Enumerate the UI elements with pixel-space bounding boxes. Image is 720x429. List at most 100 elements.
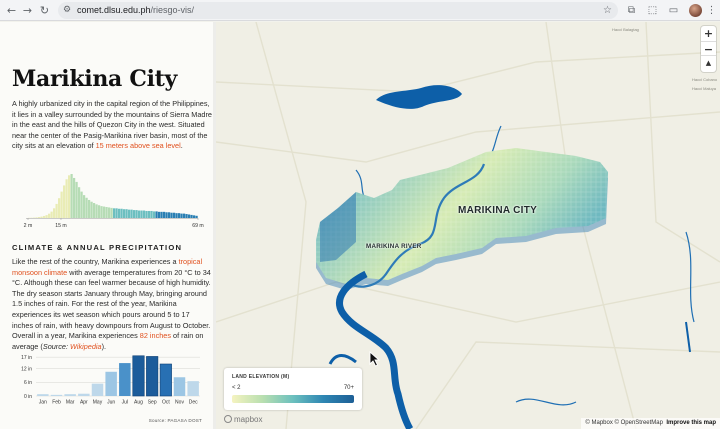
histogram-bin <box>178 213 181 218</box>
extensions-puzzle-icon[interactable]: ⬚ <box>645 3 660 18</box>
histogram-bin <box>190 214 193 218</box>
histogram-bin <box>93 203 96 218</box>
place-label: Hacci Balagtag <box>612 27 639 32</box>
month-label: Jan <box>39 400 47 406</box>
histogram-bin <box>130 209 133 218</box>
menu-kebab-icon[interactable]: ⋮ <box>704 3 719 18</box>
histogram-bin <box>118 208 121 218</box>
histogram-bin <box>143 210 146 218</box>
histogram-bin <box>58 198 61 218</box>
river-map-label: MARIKINA RIVER <box>366 243 422 250</box>
histogram-bin <box>163 211 166 218</box>
histogram-bin <box>128 209 131 218</box>
histogram-bin <box>65 179 68 218</box>
map-navigation-control: + − ▲ <box>701 26 716 72</box>
mapbox-logo[interactable]: mapbox <box>224 415 262 424</box>
histogram-bin <box>90 201 93 218</box>
precipitation-bar[interactable] <box>119 363 131 396</box>
precipitation-bar[interactable] <box>132 355 145 397</box>
reservoir <box>376 85 462 109</box>
improve-map-link[interactable]: Improve this map <box>666 420 716 426</box>
histogram-bin <box>160 211 163 218</box>
forward-icon[interactable]: → <box>20 3 35 18</box>
map-canvas[interactable]: MARIKINA CITY MARIKINA RIVER Hacci Balag… <box>216 22 720 429</box>
precipitation-bar[interactable] <box>105 371 117 396</box>
histogram-bin <box>133 210 136 218</box>
histogram-bin <box>180 213 183 218</box>
histogram-bin <box>103 206 106 218</box>
precipitation-bar[interactable] <box>91 383 104 396</box>
histogram-bin <box>73 177 76 218</box>
climate-section-heading: CLIMATE & ANNUAL PRECIPITATION <box>12 243 183 252</box>
side-panel-icon[interactable]: ▭ <box>666 3 681 18</box>
histogram-bin <box>68 175 71 218</box>
precipitation-bar[interactable] <box>37 394 49 396</box>
histogram-tick-label: 15 m <box>55 223 67 229</box>
address-bar[interactable]: ⚙ comet.dlsu.edu.ph/riesgo-vis/ ☆ <box>58 2 618 19</box>
zoom-in-button[interactable]: + <box>701 26 716 41</box>
histogram-bin <box>153 211 156 218</box>
climate-text-2: with average temperatures from 20 °C to … <box>12 267 211 341</box>
histogram-bin <box>55 203 58 218</box>
browser-toolbar: ← → ↻ ⚙ comet.dlsu.edu.ph/riesgo-vis/ ☆ … <box>0 0 720 21</box>
zoom-out-button[interactable]: − <box>701 41 716 56</box>
month-label: Mar <box>66 400 75 406</box>
precipitation-bar[interactable] <box>146 356 159 397</box>
back-icon[interactable]: ← <box>4 3 19 18</box>
y-tick-label: 17 in <box>21 355 32 361</box>
histogram-bin <box>113 208 116 218</box>
histogram-bin <box>165 212 168 218</box>
legend-max-label: 70+ <box>343 385 354 391</box>
histogram-bin <box>53 208 56 218</box>
precipitation-bar[interactable] <box>78 393 90 396</box>
histogram-bin <box>123 209 126 218</box>
histogram-bin <box>115 208 118 218</box>
legend-title: LAND ELEVATION (M) <box>232 374 290 380</box>
histogram-bin <box>98 205 101 218</box>
mapbox-logo-text: mapbox <box>234 415 263 424</box>
histogram-bin <box>38 217 41 218</box>
precipitation-bar[interactable] <box>64 394 76 396</box>
mouse-cursor-icon <box>369 351 381 367</box>
histogram-bin <box>100 206 103 218</box>
histogram-bin <box>155 211 158 218</box>
precipitation-bar[interactable] <box>50 394 63 396</box>
histogram-bin <box>75 181 78 218</box>
histogram-bin <box>173 212 176 218</box>
precipitation-bar[interactable] <box>173 377 186 396</box>
elevation-histogram: 2 m 15 m 69 m <box>24 174 204 229</box>
climate-paragraph: Like the rest of the country, Marikina e… <box>12 257 212 352</box>
legend-min-label: < 2 <box>232 385 241 391</box>
month-label: Aug <box>134 400 143 406</box>
histogram-bin <box>35 217 38 218</box>
histogram-bin <box>70 174 73 218</box>
reload-icon[interactable]: ↻ <box>37 3 52 18</box>
wikipedia-link[interactable]: Wikipedia <box>70 342 102 351</box>
site-settings-icon[interactable]: ⚙ <box>63 2 71 19</box>
precipitation-bar[interactable] <box>187 381 199 396</box>
histogram-bin <box>63 185 66 218</box>
histogram-bin <box>60 191 63 218</box>
bookmark-star-icon[interactable]: ☆ <box>603 2 612 19</box>
attribution-text[interactable]: © Mapbox © OpenStreetMap <box>585 420 663 426</box>
elevation-link[interactable]: 15 meters above sea level <box>96 141 181 150</box>
url-text[interactable]: comet.dlsu.edu.ph/riesgo-vis/ <box>77 2 194 19</box>
rainfall-link[interactable]: 82 inches <box>140 331 171 340</box>
extension-icon[interactable]: ⧉ <box>624 3 639 18</box>
compass-icon[interactable]: ▲ <box>701 56 716 71</box>
month-label: Sep <box>148 400 157 406</box>
place-label: Hacci Cobano <box>692 77 718 82</box>
precipitation-bar[interactable] <box>159 363 172 397</box>
place-label: Hacci Maluya <box>692 86 717 91</box>
histogram-bin <box>193 215 196 218</box>
month-label: Apr <box>80 400 88 406</box>
histogram-bin <box>175 213 178 218</box>
histogram-bin <box>48 213 51 218</box>
histogram-bin <box>78 187 81 218</box>
histogram-tick-label: 2 m <box>24 223 33 229</box>
histogram-bin <box>170 212 173 218</box>
profile-avatar[interactable] <box>689 4 702 17</box>
histogram-bin <box>135 210 138 218</box>
elevation-legend: LAND ELEVATION (M) < 2 70+ <box>224 368 362 410</box>
histogram-bin <box>108 207 111 218</box>
